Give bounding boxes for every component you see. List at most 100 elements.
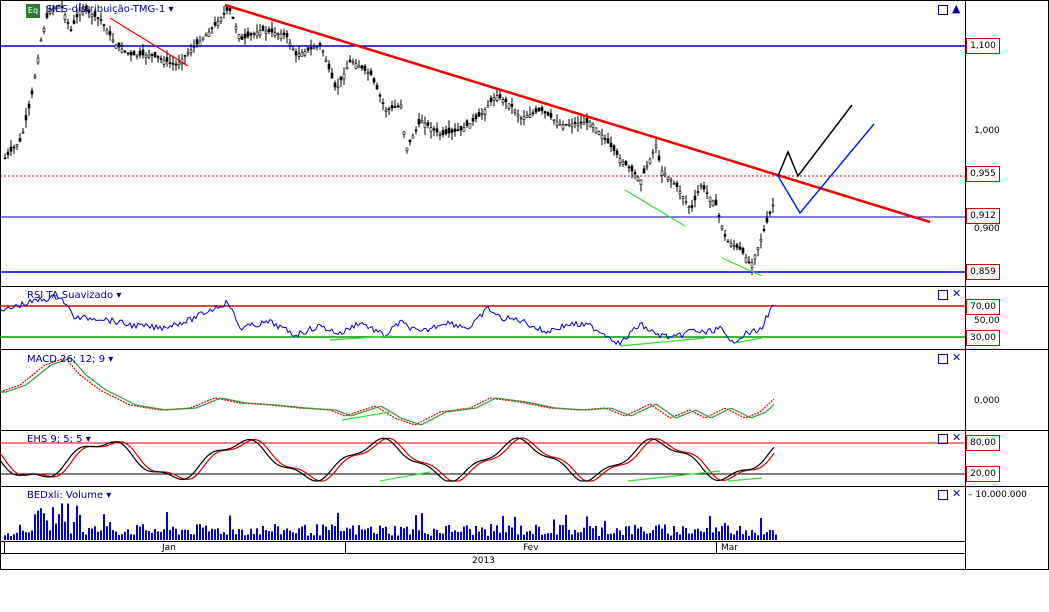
volume-bar [340,531,342,540]
volume-bar [433,528,435,540]
volume-bar [283,530,285,540]
candle-body [537,107,541,112]
candle-body [420,120,424,124]
close-icon[interactable]: ✕ [952,288,961,299]
ehs-level-80: 80,00 [966,435,1000,451]
volume-bar [274,524,276,540]
candle [510,97,514,115]
volume-bar [358,525,360,540]
candle-body [714,199,718,206]
projection-path-black [777,104,853,178]
candle [303,48,307,58]
volume-bar [451,531,453,540]
candle-body [546,111,550,116]
volume-bar [331,524,333,540]
candle-body [483,109,487,115]
volume-pane-title[interactable]: BEDxli: Volume ▾ [27,490,111,501]
price-tick-1000: 1,000 [974,126,1000,136]
candle [111,33,115,44]
candle-body [177,61,181,66]
maximize-icon[interactable] [938,290,948,300]
volume-bar [289,530,291,540]
volume-bar [565,514,567,540]
volume-bar [70,533,72,540]
candle [372,77,376,85]
candle [720,225,724,232]
volume-bar [481,527,483,540]
candle-body [96,17,100,19]
candle [492,93,496,107]
ehs-pane-title[interactable]: EHS 9; 5; 5 ▾ [27,434,91,445]
candle [255,24,259,39]
maximize-icon[interactable] [938,5,948,15]
volume-bar [439,532,441,540]
candle [447,120,451,138]
volume-bar [199,524,201,540]
price-pane-title[interactable]: SIES-distribuição-TMG-1 ▾ [46,4,173,15]
volume-bar [208,531,210,540]
candle [276,32,280,40]
candle-body [453,128,457,132]
candle-body [693,195,697,201]
candle [567,118,571,128]
candle [612,144,616,156]
close-icon[interactable]: ✕ [952,432,961,443]
candle [741,246,745,256]
candle-body [318,43,322,46]
x-label-jan: Jan [162,543,176,553]
candle [417,112,421,128]
candle-body [750,262,754,268]
eq-badge[interactable]: Eq [26,4,40,18]
candle [456,122,460,132]
candle [729,239,733,248]
volume-bar [307,535,309,540]
ehs-divergence [379,471,431,482]
volume-bar [139,526,141,540]
candle [15,143,19,151]
candle-body [237,34,241,39]
candle [615,148,619,159]
macd-pane-title[interactable]: MACD 26; 12; 9 ▾ [27,354,113,365]
volume-bar [724,522,726,540]
maximize-icon[interactable] [938,434,948,444]
rsi-pane-title[interactable]: RSI TA Suavizado ▾ [27,290,121,301]
volume-bar [763,534,765,540]
volume-bar [466,525,468,540]
volume-bar [187,530,189,540]
volume-bar [496,525,498,540]
candle [378,92,382,103]
candle [711,199,715,207]
maximize-icon[interactable] [938,354,948,364]
volume-bar [634,524,636,540]
candle-body [603,138,607,140]
volume-bar [556,534,558,540]
close-icon[interactable]: ✕ [952,352,961,363]
candle-body [549,113,553,118]
maximize-icon[interactable] [938,490,948,500]
candle-body [108,31,112,36]
volume-bar [115,531,117,540]
volume-bar [577,532,579,540]
volume-bar [67,503,69,540]
candle-body [768,211,772,214]
candle [261,24,265,32]
candle-body [138,50,142,56]
candle-body [222,12,226,15]
volume-bar [553,519,555,540]
volume-bar [415,515,417,540]
volume-bar [445,526,447,540]
candle-body [498,94,502,98]
candle [108,25,112,41]
volume-bar [463,526,465,540]
scale-lock-icon[interactable]: ▲ [952,3,960,14]
close-icon[interactable]: ✕ [952,488,961,499]
volume-bar [223,532,225,540]
candle [714,193,718,206]
candle-body [585,118,589,123]
candle-body [27,103,31,109]
candle [6,148,10,159]
volume-bar [640,526,642,540]
candle [507,103,511,111]
volume-bar [769,530,771,540]
candle [309,39,313,56]
